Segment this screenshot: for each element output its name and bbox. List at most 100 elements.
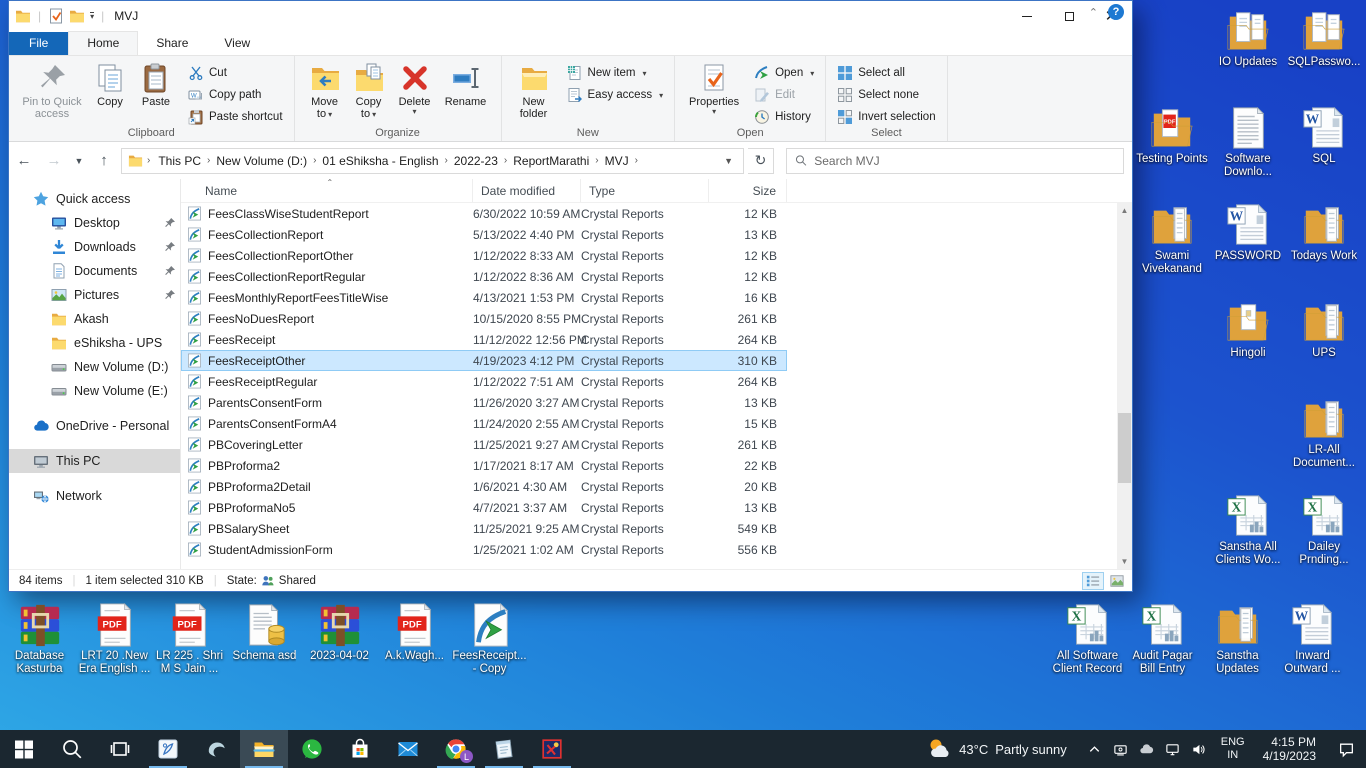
desktop-icon[interactable]: UPS (1286, 295, 1362, 392)
desktop-icon[interactable]: PASSWORD (1210, 198, 1286, 295)
sidebar-item[interactable]: Desktop (9, 211, 180, 235)
taskbar-app-button[interactable] (288, 730, 336, 768)
copy-to-button[interactable]: Copy to▾ (348, 59, 390, 124)
back-button[interactable]: ← (11, 149, 37, 173)
file-row[interactable]: FeesMonthlyReportFeesTitleWise 4/13/2021… (181, 287, 787, 308)
file-row[interactable]: PBProforma2 1/17/2021 8:17 AM Crystal Re… (181, 455, 787, 476)
select-none-button[interactable]: Select none (834, 85, 938, 105)
onedrive-tray-button[interactable] (1137, 739, 1157, 759)
file-row[interactable]: FeesCollectionReport 5/13/2022 4:40 PM C… (181, 224, 787, 245)
properties-button[interactable]: Properties ▾ (684, 59, 744, 119)
desktop-icon[interactable]: Software Downlo... (1210, 101, 1286, 198)
weather-widget[interactable]: 43°C Partly sunny (912, 736, 1081, 762)
desktop-icon[interactable]: Inward Outward ... (1275, 598, 1350, 676)
desktop-icon[interactable]: FeesReceipt... - Copy (452, 598, 527, 676)
ribbon-tab[interactable]: Share (138, 32, 206, 55)
taskbar-app-button[interactable]: L (432, 730, 480, 768)
desktop-icon[interactable]: Testing Points (1134, 101, 1210, 198)
column-header-date-modified[interactable]: Date modified (473, 179, 581, 202)
taskbar-app-button[interactable] (144, 730, 192, 768)
taskbar-app-button[interactable] (336, 730, 384, 768)
ribbon-tab[interactable]: Home (68, 31, 138, 55)
sidebar-item[interactable]: New Volume (E:) (9, 379, 180, 403)
file-row[interactable]: FeesCollectionReportRegular 1/12/2022 8:… (181, 266, 787, 287)
paste-button[interactable]: Paste (134, 59, 178, 111)
file-row[interactable]: FeesReceipt 11/12/2022 12:56 PM Crystal … (181, 329, 787, 350)
sidebar-item[interactable]: Quick access (9, 187, 180, 211)
breadcrumb-item[interactable]: MVJ (601, 151, 633, 171)
refresh-button[interactable]: ↻ (748, 148, 774, 174)
details-view-button[interactable] (1082, 572, 1104, 590)
cut-button[interactable]: Cut (185, 63, 286, 83)
sidebar-item[interactable]: This PC (9, 449, 180, 473)
file-row[interactable]: FeesReceiptRegular 1/12/2022 7:51 AM Cry… (181, 371, 787, 392)
file-row[interactable]: FeesReceiptOther 4/19/2023 4:12 PM Cryst… (181, 350, 787, 371)
rename-button[interactable]: Rename (440, 59, 492, 111)
ribbon-tab[interactable]: File (9, 32, 68, 55)
paste-shortcut-button[interactable]: Paste shortcut (185, 107, 286, 127)
scroll-up-icon[interactable]: ▲ (1121, 203, 1129, 218)
recent-locations-icon[interactable]: ▼ (71, 149, 87, 173)
desktop-icon[interactable]: IO Updates (1210, 4, 1286, 101)
scrollbar-thumb[interactable] (1118, 413, 1131, 483)
edit-button[interactable]: Edit (751, 85, 817, 105)
scroll-down-icon[interactable]: ▼ (1121, 554, 1129, 569)
clock[interactable]: 4:15 PM 4/19/2023 (1253, 735, 1326, 763)
file-row[interactable]: PBProformaNo5 4/7/2021 3:37 AM Crystal R… (181, 497, 787, 518)
network-tray-button[interactable] (1163, 739, 1183, 759)
taskbar-app-button[interactable] (192, 730, 240, 768)
desktop-icon[interactable]: Swami Vivekanand (1134, 198, 1210, 295)
desktop-icon[interactable]: Todays Work (1286, 198, 1362, 295)
file-row[interactable]: FeesNoDuesReport 10/15/2020 8:55 PM Crys… (181, 308, 787, 329)
taskbar-app-button[interactable] (480, 730, 528, 768)
desktop-icon[interactable]: Audit Pagar Bill Entry (1125, 598, 1200, 676)
desktop-icon[interactable]: All Software Client Record (1050, 598, 1125, 676)
desktop-icon[interactable]: LR-All Document... (1286, 392, 1362, 489)
customize-toolbar-icon[interactable]: ▾ (90, 12, 94, 20)
up-button[interactable]: ↑ (91, 149, 117, 173)
search-input[interactable] (814, 154, 1115, 168)
ribbon-tab[interactable]: View (206, 32, 268, 55)
desktop-icon[interactable]: SQLPasswo... (1286, 4, 1362, 101)
show-hidden-icons-button[interactable] (1085, 739, 1105, 759)
help-icon[interactable]: ? (1108, 4, 1124, 20)
delete-button[interactable]: Delete ▾ (392, 59, 438, 119)
sidebar-item[interactable]: eShiksha - UPS (9, 331, 180, 355)
sidebar-item[interactable]: Documents (9, 259, 180, 283)
collapse-ribbon-icon[interactable]: ⌃ (1089, 6, 1098, 19)
desktop-icon[interactable]: Sanstha Updates (1200, 598, 1275, 676)
desktop-icon[interactable]: A.k.Wagh... (377, 598, 452, 676)
desktop-icon[interactable]: Dailey Prnding... (1286, 489, 1362, 586)
breadcrumb-item[interactable]: ReportMarathi (509, 151, 593, 171)
forward-button[interactable]: → (41, 149, 67, 173)
desktop-icon[interactable]: Database Kasturba (2, 598, 77, 676)
select-all-button[interactable]: Select all (834, 63, 938, 83)
file-row[interactable]: ParentsConsentForm 11/26/2020 3:27 AM Cr… (181, 392, 787, 413)
column-header-name[interactable]: ⌃Name (181, 179, 473, 202)
breadcrumb-item[interactable]: New Volume (D:) (212, 151, 311, 171)
file-row[interactable]: PBCoveringLetter 11/25/2021 9:27 AM Crys… (181, 434, 787, 455)
pin-to-quick-access-button[interactable]: Pin to Quick access (18, 59, 86, 123)
volume-tray-button[interactable] (1189, 739, 1209, 759)
column-header-type[interactable]: Type (581, 179, 709, 202)
sidebar-item[interactable]: New Volume (D:) (9, 355, 180, 379)
taskbar-app-button[interactable] (96, 730, 144, 768)
breadcrumb-item[interactable]: This PC (154, 151, 205, 171)
desktop-icon[interactable]: Hingoli (1210, 295, 1286, 392)
desktop-icon[interactable]: 2023-04-02 (302, 598, 377, 676)
sidebar-item[interactable]: Network (9, 484, 180, 508)
history-button[interactable]: History (751, 107, 817, 127)
address-dropdown-icon[interactable]: ▼ (716, 156, 741, 166)
properties-icon[interactable] (48, 8, 64, 24)
desktop-icon[interactable]: Schema asd (227, 598, 302, 676)
breadcrumb-item[interactable]: 01 eShiksha - English (318, 151, 442, 171)
address-box[interactable]: › This PC›New Volume (D:)›01 eShiksha - … (121, 148, 744, 174)
maximize-button[interactable] (1048, 1, 1090, 31)
thumbnail-view-button[interactable] (1106, 572, 1128, 590)
sidebar-item[interactable]: OneDrive - Personal (9, 414, 180, 438)
new-folder-icon[interactable] (69, 8, 85, 24)
copy-path-button[interactable]: Copy path (185, 85, 286, 105)
taskbar-app-button[interactable] (528, 730, 576, 768)
file-row[interactable]: FeesCollectionReportOther 1/12/2022 8:33… (181, 245, 787, 266)
file-row[interactable]: StudentAdmissionForm 1/25/2021 1:02 AM C… (181, 539, 787, 560)
